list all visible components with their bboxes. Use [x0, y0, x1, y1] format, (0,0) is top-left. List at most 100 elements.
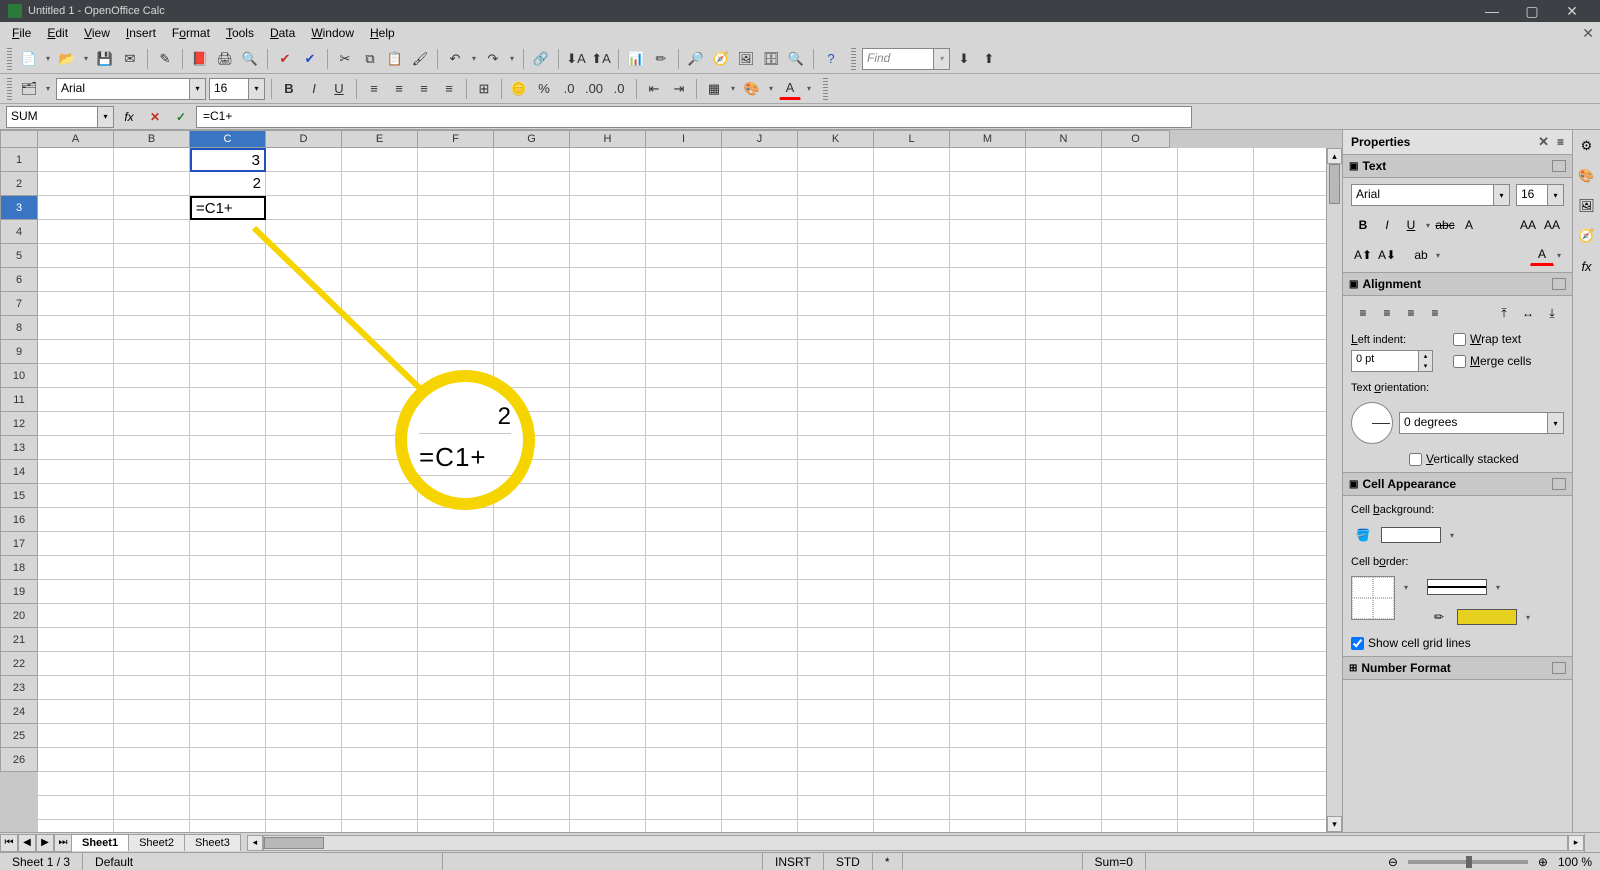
status-sum[interactable]: Sum=0: [1083, 853, 1146, 870]
fill-icon[interactable]: 🪣: [1351, 524, 1375, 546]
paste-icon[interactable]: 📋: [384, 48, 406, 70]
tab-next-button[interactable]: ▶: [36, 834, 54, 852]
scroll-right-button[interactable]: ▸: [1568, 835, 1584, 851]
column-header[interactable]: E: [342, 130, 418, 148]
menu-window[interactable]: Window: [303, 23, 362, 43]
fontcolor-icon[interactable]: A: [779, 78, 801, 100]
scroll-track[interactable]: [263, 835, 1568, 851]
row-header[interactable]: 2: [0, 172, 38, 196]
redo-icon[interactable]: ↷: [482, 48, 504, 70]
cell-C1[interactable]: 3: [190, 148, 266, 172]
column-header[interactable]: O: [1102, 130, 1170, 148]
align-right-button[interactable]: ≡: [1399, 302, 1423, 324]
align-left-button[interactable]: ≡: [1351, 302, 1375, 324]
dropdown-arrow-icon[interactable]: ▾: [1547, 413, 1563, 433]
checkbox[interactable]: [1409, 453, 1422, 466]
function-wizard-icon[interactable]: fx: [118, 106, 140, 128]
superscript-button[interactable]: AA: [1516, 214, 1540, 236]
column-header[interactable]: K: [798, 130, 874, 148]
scroll-thumb[interactable]: [264, 837, 324, 849]
find-input[interactable]: Find▾: [862, 48, 950, 70]
column-header[interactable]: J: [722, 130, 798, 148]
valign-middle-button[interactable]: ↔: [1516, 302, 1540, 324]
panel-font-name[interactable]: Arial▾: [1351, 184, 1510, 206]
tab-last-button[interactable]: ⏭: [54, 834, 72, 852]
menu-format[interactable]: Format: [164, 23, 218, 43]
align-justify-icon[interactable]: ≡: [438, 78, 460, 100]
valign-bottom-button[interactable]: ⤓: [1540, 302, 1564, 324]
cell-C3[interactable]: =C1+: [190, 196, 266, 220]
row-header[interactable]: 13: [0, 436, 38, 460]
navigator-icon[interactable]: 🧭: [710, 48, 732, 70]
help-icon[interactable]: ?: [820, 48, 842, 70]
border-color-icon[interactable]: ✏: [1427, 606, 1451, 628]
border-line-dropdown[interactable]: ▾: [1493, 576, 1503, 598]
alignment-section-header[interactable]: ▣Alignment: [1343, 272, 1572, 296]
scroll-up-button[interactable]: ▴: [1327, 148, 1342, 164]
row-header[interactable]: 4: [0, 220, 38, 244]
more-options-icon[interactable]: [1552, 662, 1566, 674]
number-format-icon[interactable]: .0: [558, 78, 580, 100]
zoom-value[interactable]: 100 %: [1558, 855, 1592, 869]
underline-dropdown[interactable]: ▾: [1423, 214, 1433, 236]
gallery-icon[interactable]: 🖼: [1577, 196, 1597, 216]
number-format-header[interactable]: ⊞Number Format: [1343, 656, 1572, 680]
dropdown-arrow-icon[interactable]: ▾: [1547, 185, 1563, 205]
valign-top-button[interactable]: ⤒: [1492, 302, 1516, 324]
gallery-icon[interactable]: 🖼: [735, 48, 757, 70]
font-size-input[interactable]: 16▾: [209, 78, 265, 100]
row-header[interactable]: 23: [0, 676, 38, 700]
more-options-icon[interactable]: [1552, 278, 1566, 290]
row-header[interactable]: 26: [0, 748, 38, 772]
menu-insert[interactable]: Insert: [118, 23, 164, 43]
show-draw-icon[interactable]: ✏: [650, 48, 672, 70]
border-preset-dropdown[interactable]: ▾: [1401, 576, 1411, 598]
navigator-icon[interactable]: 🧭: [1577, 226, 1597, 246]
percent-icon[interactable]: %: [533, 78, 555, 100]
vertically-stacked-checkbox[interactable]: Vertically stacked: [1409, 452, 1564, 466]
column-header[interactable]: B: [114, 130, 190, 148]
row-header[interactable]: 12: [0, 412, 38, 436]
cell-C2[interactable]: 2: [190, 172, 266, 196]
cut-icon[interactable]: ✂: [334, 48, 356, 70]
row-header[interactable]: 6: [0, 268, 38, 292]
tab-first-button[interactable]: ⏮: [0, 834, 18, 852]
save-icon[interactable]: 💾: [94, 48, 116, 70]
status-std[interactable]: STD: [824, 853, 873, 870]
underline-button[interactable]: U: [1399, 214, 1423, 236]
checkbox[interactable]: [1351, 637, 1364, 650]
functions-icon[interactable]: fx: [1577, 256, 1597, 276]
vertical-scrollbar[interactable]: ▴ ▾: [1326, 148, 1342, 832]
properties-icon[interactable]: ⚙: [1577, 136, 1597, 156]
increase-indent-icon[interactable]: ⇥: [668, 78, 690, 100]
cells-area[interactable]: 32=C1+: [38, 148, 1326, 832]
menu-view[interactable]: View: [76, 23, 118, 43]
borders-icon[interactable]: ▦: [703, 78, 725, 100]
open-dropdown[interactable]: ▾: [81, 48, 91, 70]
zoom-out-icon[interactable]: ⊖: [1388, 855, 1398, 869]
fontcolor-dropdown[interactable]: ▾: [1554, 244, 1564, 266]
bold-button[interactable]: B: [278, 78, 300, 100]
bgcolor-icon[interactable]: 🎨: [741, 78, 763, 100]
sheet-tab[interactable]: Sheet2: [128, 834, 185, 851]
bg-swatch[interactable]: [1381, 527, 1441, 543]
row-header[interactable]: 14: [0, 460, 38, 484]
open-icon[interactable]: 📂: [56, 48, 78, 70]
find-prev-icon[interactable]: ⬆: [978, 48, 1000, 70]
border-color-swatch[interactable]: [1457, 609, 1517, 625]
border-line-swatch[interactable]: [1427, 579, 1487, 595]
row-header[interactable]: 24: [0, 700, 38, 724]
merge-cells-icon[interactable]: ⊞: [473, 78, 495, 100]
row-header[interactable]: 16: [0, 508, 38, 532]
row-header[interactable]: 7: [0, 292, 38, 316]
column-header[interactable]: F: [418, 130, 494, 148]
name-box-dropdown[interactable]: ▾: [97, 107, 113, 127]
export-pdf-icon[interactable]: 📕: [189, 48, 211, 70]
column-header[interactable]: A: [38, 130, 114, 148]
undo-dropdown[interactable]: ▾: [469, 48, 479, 70]
row-header[interactable]: 10: [0, 364, 38, 388]
new-icon[interactable]: 📄: [18, 48, 40, 70]
sort-asc-icon[interactable]: ⬇A: [565, 48, 587, 70]
column-header[interactable]: H: [570, 130, 646, 148]
wrap-text-checkbox[interactable]: Wrap text: [1453, 332, 1531, 346]
